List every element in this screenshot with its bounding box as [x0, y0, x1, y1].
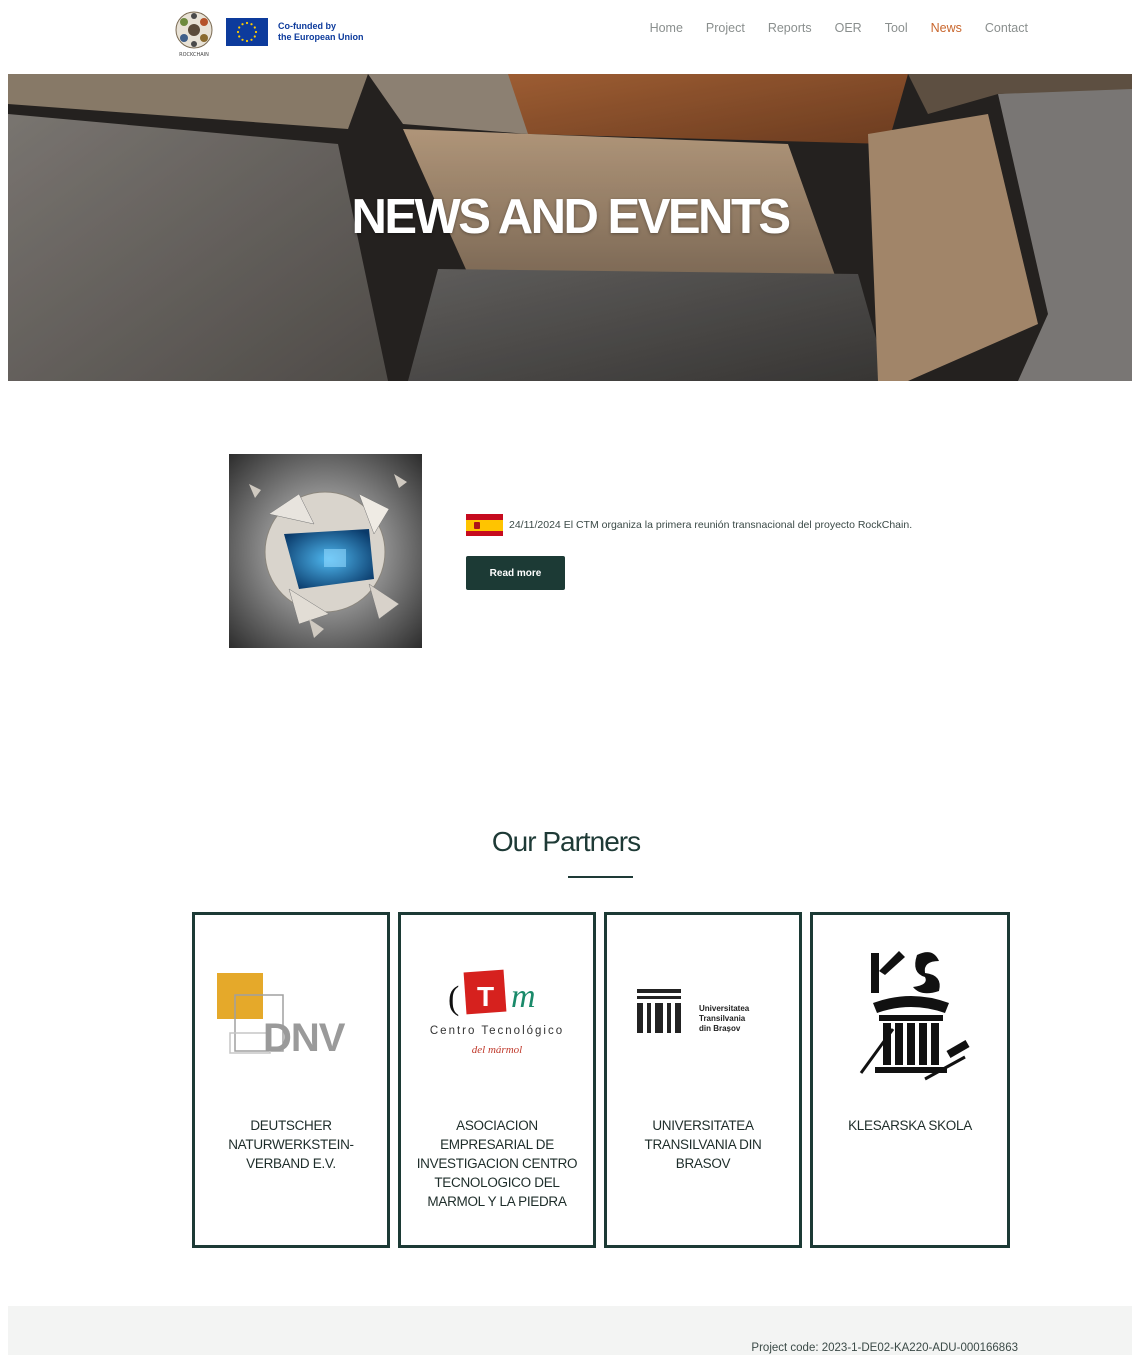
logo-caption: ROCKCHAIN [179, 52, 209, 58]
unitbv-logo-text3: din Brașov [699, 1024, 741, 1033]
partner-name-dnv: DEUTSCHER NATURWERKSTEIN-VERBAND E.V. [228, 1118, 354, 1171]
nav-home[interactable]: Home [650, 21, 683, 35]
eu-flag-icon [226, 18, 268, 46]
ctm-logo-text1: Centro Tecnológico [430, 1025, 564, 1037]
partner-card-ctm[interactable]: ( T m Centro Tecnológico del mármol ASOC… [398, 912, 596, 1248]
nav-contact[interactable]: Contact [985, 21, 1028, 35]
nav-project[interactable]: Project [706, 21, 745, 35]
hero-banner: NEWS AND EVENTS [8, 74, 1132, 381]
partner-name-ctm: ASOCIACION EMPRESARIAL DE INVESTIGACION … [416, 1118, 578, 1209]
project-code: Project code: 2023-1-DE02-KA220-ADU-0001… [751, 1342, 1018, 1354]
news-thumbnail-image[interactable] [229, 454, 422, 648]
read-more-button[interactable]: Read more [466, 556, 565, 590]
ctm-logo-text2: del mármol [472, 1044, 522, 1056]
eu-text-line1: Co-funded by [278, 21, 336, 31]
site-footer: Project code: 2023-1-DE02-KA220-ADU-0001… [8, 1306, 1132, 1355]
logo-area[interactable]: ROCKCHAIN Co-funded by the European Unio… [172, 8, 374, 58]
svg-text:(: ( [448, 980, 459, 1017]
partner-card-dnv[interactable]: DNV DEUTSCHER NATURWERKSTEIN-VERBAND E.V… [192, 912, 390, 1248]
svg-text:T: T [477, 981, 494, 1012]
main-nav: Home Project Reports OER Tool News Conta… [650, 21, 1028, 35]
news-meta: 24/11/2024 El CTM organiza la primera re… [466, 514, 912, 536]
partners-title: Our Partners [491, 826, 641, 857]
partner-name-klesarska: KLESARSKA SKOLA [848, 1118, 972, 1133]
klesarska-logo-icon [813, 933, 1007, 1093]
partner-card-klesarska[interactable]: KLESARSKA SKOLA [810, 912, 1010, 1248]
eu-text-line2: the European Union [278, 32, 364, 42]
news-headline[interactable]: 24/11/2024 El CTM organiza la primera re… [509, 519, 912, 531]
site-header: ROCKCHAIN Co-funded by the European Unio… [0, 0, 1132, 74]
unitbv-logo: Universitatea Transilvania din Brașov [607, 933, 799, 1093]
nav-news[interactable]: News [931, 21, 962, 35]
eu-cofunded-text: Co-funded by the European Union [278, 21, 374, 43]
svg-text:m: m [511, 978, 536, 1015]
partner-card-unitbv[interactable]: Universitatea Transilvania din Brașov UN… [604, 912, 802, 1248]
nav-reports[interactable]: Reports [768, 21, 812, 35]
unitbv-logo-text2: Transilvania [699, 1014, 746, 1023]
nav-oer[interactable]: OER [835, 21, 862, 35]
partner-name-unitbv: UNIVERSITATEA TRANSILVANIA DIN BRASOV [644, 1118, 762, 1171]
nav-tool[interactable]: Tool [885, 21, 908, 35]
dnv-logo: DNV [195, 933, 387, 1093]
ctm-logo: ( T m Centro Tecnológico del mármol [401, 933, 593, 1093]
partners-divider [568, 876, 633, 878]
spain-flag-icon [466, 514, 503, 536]
unitbv-logo-text1: Universitatea [699, 1004, 750, 1013]
rockchain-logo-icon[interactable]: ROCKCHAIN [172, 10, 216, 58]
dnv-logo-text: DNV [263, 1016, 346, 1060]
hero-title: NEWS AND EVENTS [351, 190, 791, 244]
